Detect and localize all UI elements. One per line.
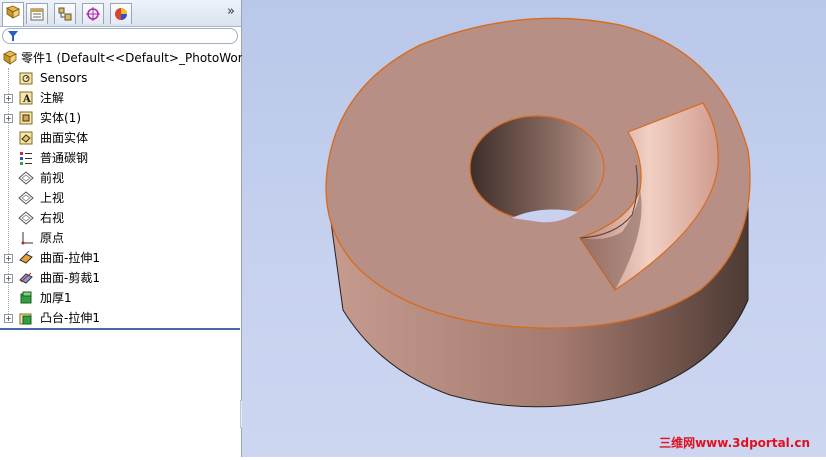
- tree-filter-input[interactable]: [2, 28, 238, 44]
- feature-manager-panel: » 零件1 (Default<<Default>_PhotoWor Sensor…: [0, 0, 243, 457]
- surface-extrude-icon: [19, 250, 33, 264]
- expand-toggle[interactable]: +: [4, 114, 13, 123]
- tree-item-label: 曲面实体: [40, 131, 89, 145]
- filter-icon: [8, 31, 18, 41]
- dimxpert-icon: [86, 7, 100, 21]
- tab-configurationmanager[interactable]: [54, 3, 76, 24]
- tree-item-label: 加厚1: [40, 291, 72, 305]
- expand-toggle[interactable]: +: [4, 254, 13, 263]
- featuremanager-icon: [6, 5, 20, 19]
- tree-item-label: 注解: [40, 91, 65, 105]
- tab-displaymanager[interactable]: [110, 3, 132, 24]
- tree-item-label: 实体(1): [40, 111, 81, 125]
- configurationmanager-icon: [58, 7, 72, 21]
- part-icon: [3, 50, 17, 65]
- plane-icon: [18, 211, 34, 225]
- expand-toggle[interactable]: +: [4, 314, 13, 323]
- tab-dimxpertmanager[interactable]: [82, 3, 104, 24]
- panel-separator: [0, 328, 240, 330]
- plane-icon: [18, 191, 34, 205]
- tree-item-label: 曲面-剪裁1: [40, 271, 100, 285]
- tree-root-label: 零件1 (Default<<Default>_PhotoWor: [21, 51, 243, 65]
- expand-toggle[interactable]: +: [4, 274, 13, 283]
- propertymanager-icon: [30, 8, 44, 21]
- part-model[interactable]: [242, 0, 826, 457]
- expand-toggle[interactable]: +: [4, 94, 13, 103]
- svg-text:A: A: [22, 94, 31, 105]
- tree-item-label: 右视: [40, 211, 65, 225]
- annotation-icon: A: [19, 91, 33, 105]
- manager-tabs: »: [0, 0, 241, 27]
- boss-extrude-icon: [19, 313, 32, 325]
- tree-item-label: 前视: [40, 171, 65, 185]
- tab-featuremanager[interactable]: [2, 2, 24, 26]
- sensor-icon: [19, 72, 33, 85]
- graphics-viewport[interactable]: 三维网www.3dportal.cn: [242, 0, 826, 457]
- expand-chevron[interactable]: »: [227, 4, 235, 19]
- tree-item-label: 普通碳钢: [40, 151, 89, 165]
- displaymanager-icon: [115, 8, 127, 20]
- plane-icon: [18, 171, 34, 185]
- tab-propertymanager[interactable]: [26, 3, 48, 24]
- watermark: 三维网www.3dportal.cn: [659, 436, 810, 450]
- center-hole: [469, 115, 605, 221]
- tree-item-label: 曲面-拉伸1: [40, 251, 100, 265]
- tree-item-label: 凸台-拉伸1: [40, 311, 100, 325]
- tree-item-label: 上视: [40, 191, 65, 205]
- material-icon: [20, 152, 32, 165]
- tree-item-label: 原点: [40, 231, 65, 245]
- tree-item-label: Sensors: [40, 71, 88, 85]
- solid-body-icon: [19, 111, 33, 125]
- thicken-icon: [20, 291, 32, 304]
- surface-body-icon: [19, 131, 33, 145]
- surface-trim-icon: [19, 272, 33, 284]
- origin-icon: [21, 232, 33, 245]
